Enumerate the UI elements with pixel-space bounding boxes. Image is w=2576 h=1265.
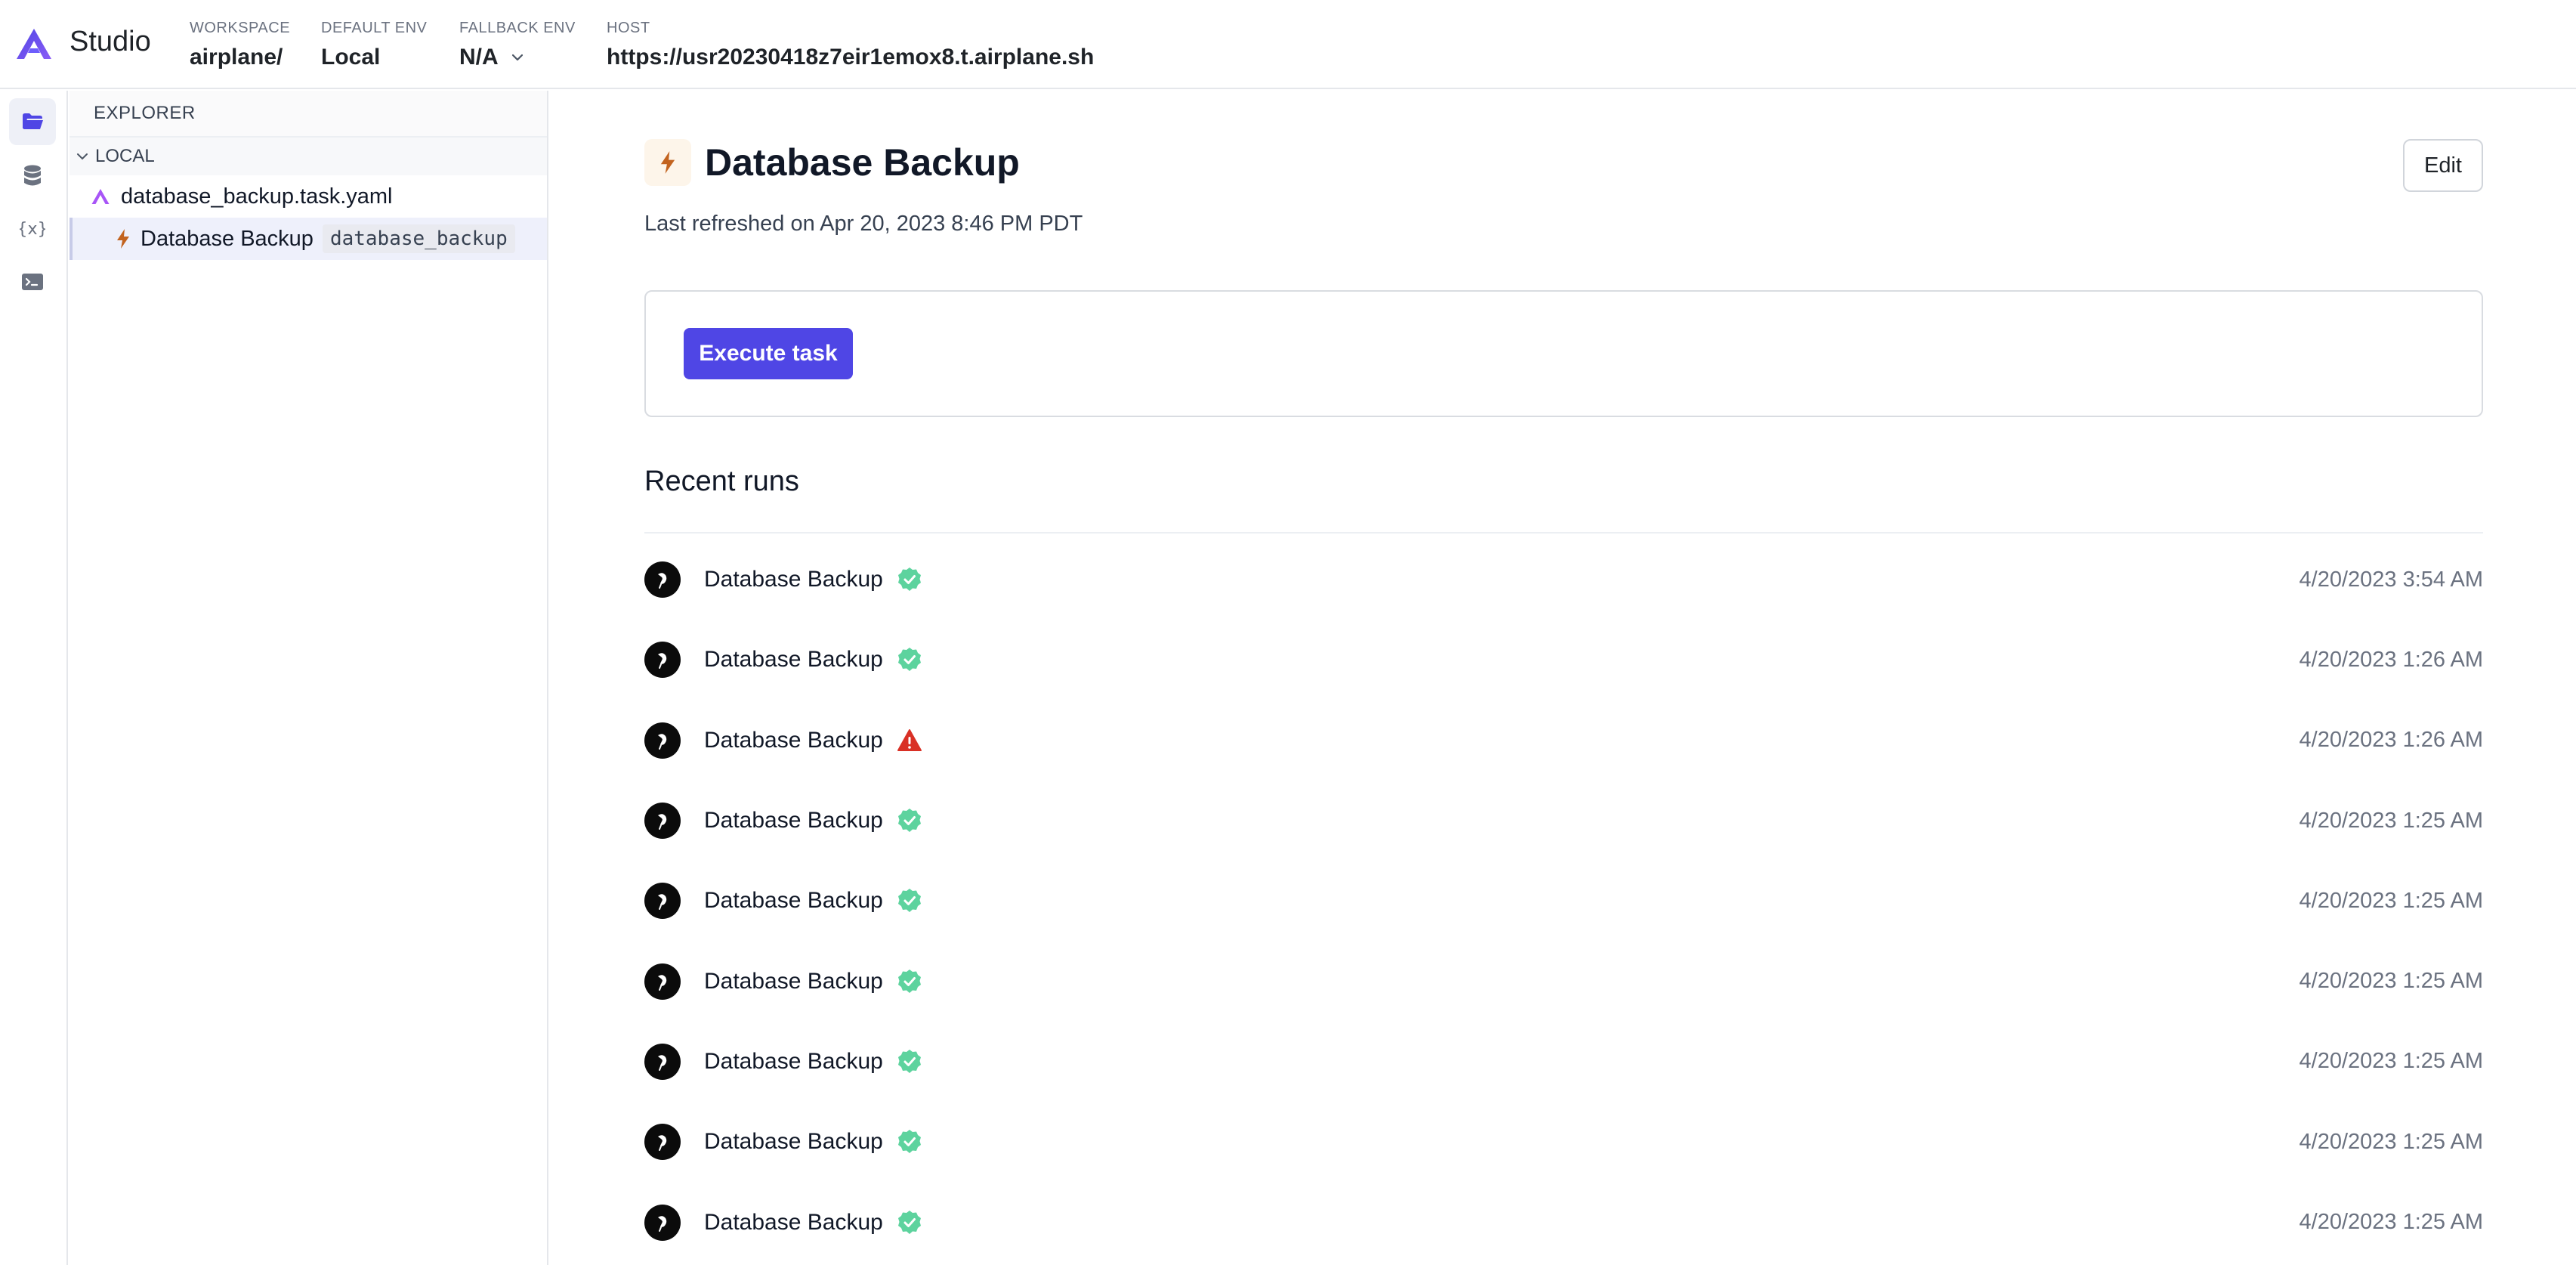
status-success-icon <box>897 1129 922 1155</box>
tree-file-label: database_backup.task.yaml <box>121 184 393 209</box>
explorer-nav-button[interactable] <box>9 98 56 145</box>
run-row[interactable]: Database Backup 4/20/2023 1:25 AM <box>644 1022 2483 1102</box>
workspace-selector[interactable]: WORKSPACE airplane/ <box>190 20 290 70</box>
run-name[interactable]: Database Backup <box>704 728 883 753</box>
variables-icon: {x} <box>20 220 45 239</box>
status-success-icon <box>897 888 922 914</box>
app-title: Studio <box>69 26 151 57</box>
workspace-label: WORKSPACE <box>190 20 291 36</box>
fallback-env-label: FALLBACK ENV <box>459 20 576 36</box>
run-row[interactable]: Database Backup 4/20/2023 1:25 AM <box>644 1182 2483 1262</box>
run-row[interactable]: Database Backup 4/20/2023 1:25 AM <box>644 781 2483 861</box>
host-label: HOST <box>607 20 650 36</box>
tree-file-item[interactable]: database_backup.task.yaml <box>69 175 547 218</box>
recent-runs-list: Database Backup 4/20/2023 3:54 AM Database… <box>644 540 2483 1263</box>
run-timestamp: 4/20/2023 1:25 AM <box>2299 1049 2483 1074</box>
bolt-icon <box>660 151 675 174</box>
svg-text:{x}: {x} <box>20 220 45 239</box>
terminal-icon <box>22 274 43 290</box>
run-name[interactable]: Database Backup <box>704 969 883 994</box>
tree-section-label: LOCAL <box>95 146 155 166</box>
bolt-icon <box>117 229 129 249</box>
folder-icon <box>23 113 43 129</box>
run-timestamp: 4/20/2023 1:25 AM <box>2299 808 2483 833</box>
run-timestamp: 4/20/2023 1:25 AM <box>2299 1129 2483 1154</box>
host-field: HOST https://usr20230418z7eir1emox8.t.ai… <box>607 20 1094 70</box>
terminal-nav-button[interactable] <box>9 258 56 305</box>
run-timestamp: 4/20/2023 3:54 AM <box>2299 567 2483 592</box>
status-success-icon <box>897 969 922 994</box>
execute-task-button[interactable]: Execute task <box>684 328 853 379</box>
chevron-down-icon[interactable] <box>509 49 526 66</box>
airplane-file-icon <box>91 189 110 204</box>
top-header: Studio WORKSPACE airplane/ DEFAULT ENV L… <box>0 0 2576 89</box>
run-name[interactable]: Database Backup <box>704 1210 883 1236</box>
tree-task-slug: database_backup <box>322 224 515 253</box>
explorer-title: EXPLORER <box>69 91 547 138</box>
status-success-icon <box>897 647 922 673</box>
tree-task-name: Database Backup <box>141 226 314 251</box>
run-row[interactable]: Database Backup 4/20/2023 1:25 AM <box>644 1102 2483 1182</box>
page-title: Database Backup <box>705 141 1020 184</box>
chevron-down-icon <box>77 153 88 160</box>
database-icon <box>24 165 41 186</box>
run-name[interactable]: Database Backup <box>704 1129 883 1155</box>
run-row[interactable]: Database Backup 4/20/2023 1:25 AM <box>644 861 2483 941</box>
recent-runs-title: Recent runs <box>644 465 799 497</box>
user-avatar-icon <box>644 1043 681 1080</box>
fallback-env-value: N/A <box>459 45 499 70</box>
run-row[interactable]: Database Backup 4/20/2023 3:54 AM <box>644 540 2483 620</box>
explorer-panel: EXPLORER LOCAL database_backup.task.yaml… <box>69 91 548 1265</box>
main-content: Database Backup Edit Last refreshed on A… <box>550 91 2576 1265</box>
tree-section-local[interactable]: LOCAL <box>69 138 547 175</box>
user-avatar-icon <box>644 722 681 759</box>
status-success-icon <box>897 808 922 834</box>
user-avatar-icon <box>644 1124 681 1161</box>
run-row[interactable]: Database Backup 4/20/2023 1:26 AM <box>644 701 2483 781</box>
user-avatar-icon <box>644 803 681 840</box>
run-row[interactable]: Database Backup 4/20/2023 1:25 AM <box>644 941 2483 1021</box>
default-env-value: Local <box>321 45 381 70</box>
user-avatar-icon <box>644 561 681 598</box>
activity-bar: {x} <box>0 91 68 1265</box>
run-row[interactable]: Database Backup 4/20/2023 1:26 AM <box>644 620 2483 700</box>
host-value: https://usr20230418z7eir1emox8.t.airplan… <box>607 45 1095 70</box>
status-failed-icon <box>897 728 922 753</box>
resources-nav-button[interactable] <box>9 153 56 199</box>
task-header: Database Backup <box>644 139 1020 186</box>
workspace-value: airplane/ <box>190 45 283 70</box>
fallback-env-dropdown[interactable]: FALLBACK ENV N/A <box>459 20 576 70</box>
run-timestamp: 4/20/2023 1:25 AM <box>2299 888 2483 913</box>
user-avatar-icon <box>644 963 681 1000</box>
tree-task-item[interactable]: Database Backup database_backup <box>69 218 547 260</box>
default-env-label: DEFAULT ENV <box>321 20 428 36</box>
run-name[interactable]: Database Backup <box>704 888 883 914</box>
airplane-logo-icon <box>17 29 51 59</box>
run-timestamp: 4/20/2023 1:26 AM <box>2299 647 2483 672</box>
run-timestamp: 4/20/2023 1:26 AM <box>2299 728 2483 753</box>
user-avatar-icon <box>644 1204 681 1241</box>
variables-nav-button[interactable]: {x} <box>9 206 56 252</box>
last-refreshed-text: Last refreshed on Apr 20, 2023 8:46 PM P… <box>644 212 1083 236</box>
default-env-selector[interactable]: DEFAULT ENV Local <box>321 20 427 70</box>
edit-button[interactable]: Edit <box>2403 139 2483 192</box>
run-timestamp: 4/20/2023 1:25 AM <box>2299 1210 2483 1235</box>
user-avatar-icon <box>644 883 681 920</box>
status-success-icon <box>897 1210 922 1236</box>
run-name[interactable]: Database Backup <box>704 808 883 834</box>
status-success-icon <box>897 1049 922 1075</box>
run-name[interactable]: Database Backup <box>704 647 883 673</box>
run-name[interactable]: Database Backup <box>704 567 883 592</box>
run-timestamp: 4/20/2023 1:25 AM <box>2299 969 2483 994</box>
execute-card: Execute task <box>644 290 2483 417</box>
status-success-icon <box>897 567 922 592</box>
user-avatar-icon <box>644 642 681 679</box>
run-name[interactable]: Database Backup <box>704 1049 883 1075</box>
divider <box>644 532 2483 534</box>
task-icon <box>644 139 691 186</box>
